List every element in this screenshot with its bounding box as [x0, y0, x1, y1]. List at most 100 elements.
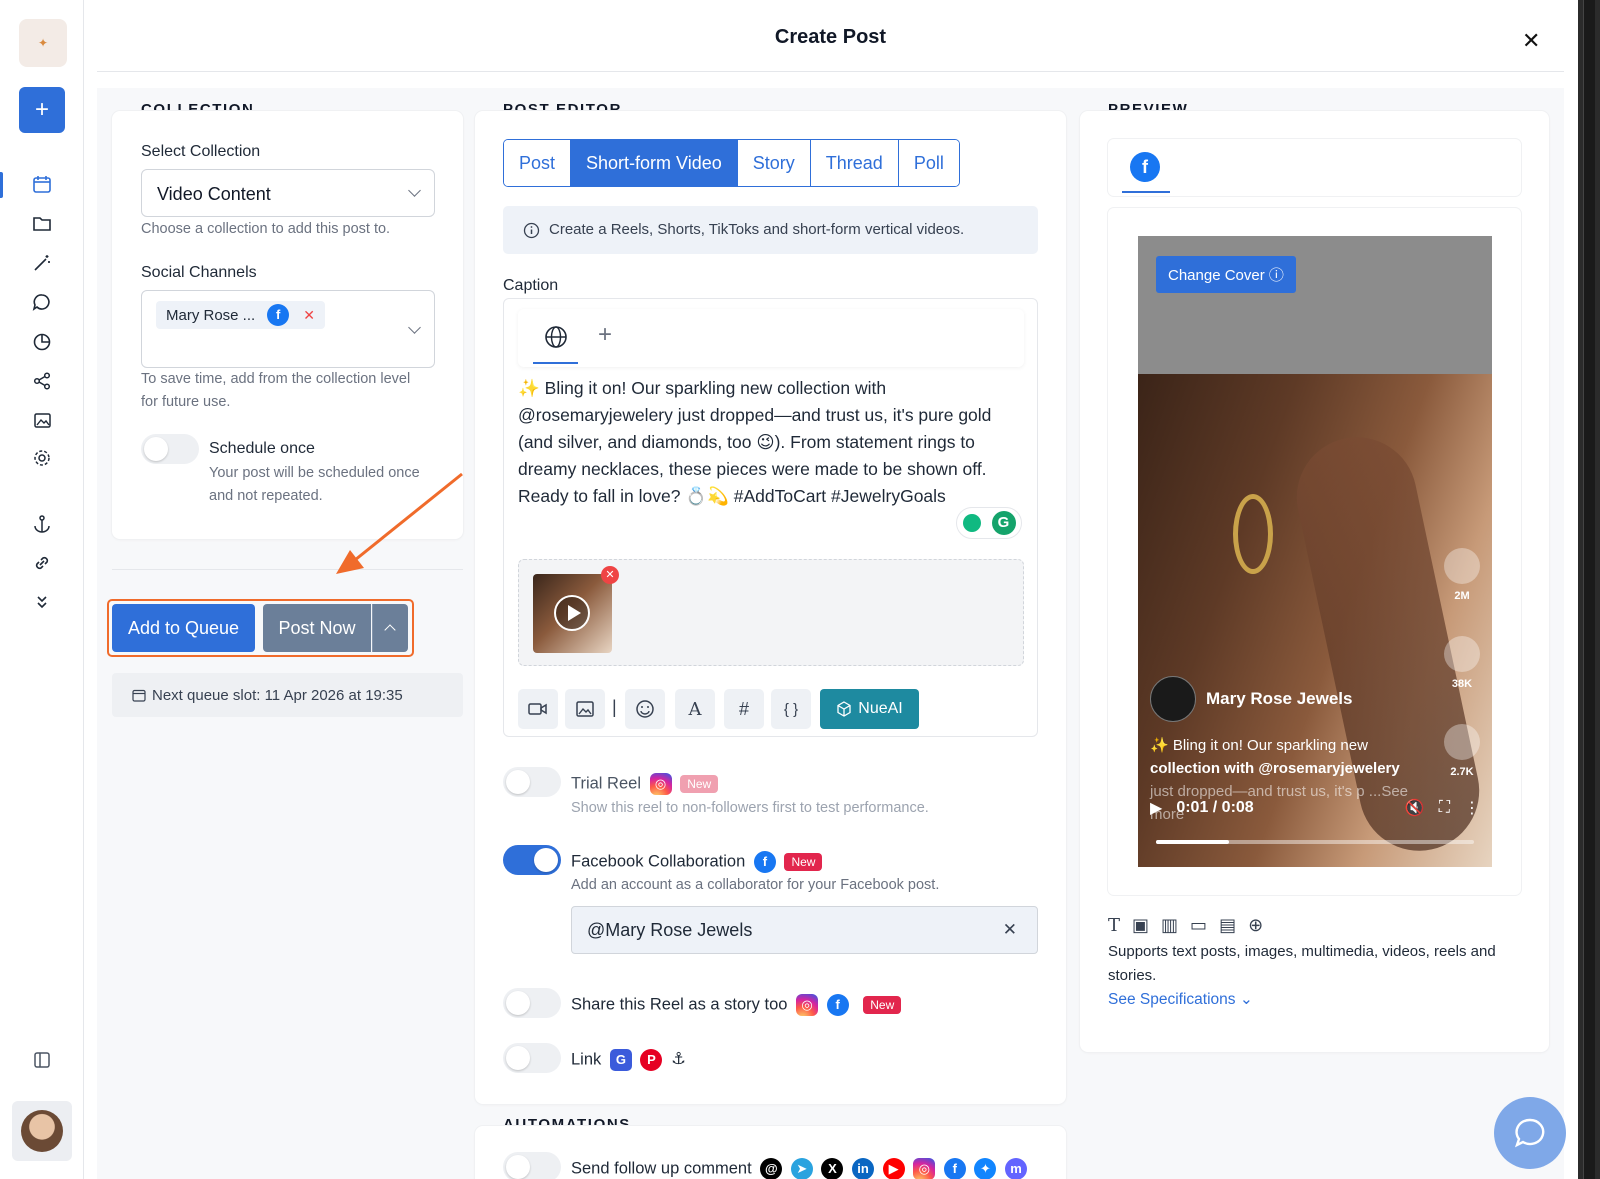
page-scrollbar[interactable]: [1578, 0, 1600, 1179]
mute-icon[interactable]: 🔇: [1405, 798, 1425, 818]
clear-icon[interactable]: ✕: [1003, 907, 1017, 953]
folder-icon[interactable]: [30, 211, 54, 235]
facebook-icon[interactable]: f: [1130, 152, 1160, 182]
story-icon: ⊕: [1248, 915, 1264, 935]
emoji-icon[interactable]: [625, 689, 665, 729]
calendar-icon[interactable]: [30, 172, 54, 196]
collapse-sidebar-icon[interactable]: [30, 1048, 54, 1072]
remove-media-icon[interactable]: ✕: [601, 566, 619, 584]
toolbar-separator: |: [612, 697, 617, 717]
follow-up-toggle[interactable]: [503, 1152, 561, 1179]
share-story-title: Share this Reel as a story too ◎ f New: [571, 994, 902, 1016]
post-now-button[interactable]: Post Now: [263, 604, 371, 652]
play-icon[interactable]: ▶: [1150, 798, 1162, 818]
schedule-once-toggle[interactable]: [141, 434, 199, 464]
image-icon: ▣: [1132, 915, 1150, 935]
social-channels-select[interactable]: Mary Rose ... f ✕: [141, 290, 435, 368]
hashtag-icon[interactable]: #: [724, 689, 764, 729]
text-icon: T: [1108, 915, 1121, 936]
add-to-queue-button[interactable]: Add to Queue: [112, 604, 255, 652]
cube-icon: [837, 701, 851, 717]
video-thumbnail[interactable]: [533, 574, 612, 653]
link-title: Link G P ⚓: [571, 1049, 686, 1071]
font-style-icon[interactable]: A: [675, 689, 715, 729]
close-icon[interactable]: ✕: [1522, 28, 1540, 54]
video-controls: ▶ 0:01 / 0:08 🔇 ⛶ ⋮: [1150, 798, 1480, 818]
social-channels-label: Social Channels: [141, 264, 257, 281]
collaborator-input[interactable]: @Mary Rose Jewels ✕: [571, 906, 1038, 954]
mastodon-icon: m: [1005, 1158, 1028, 1179]
media-dropzone[interactable]: ✕: [518, 559, 1024, 666]
expand-more-icon[interactable]: [30, 590, 54, 614]
next-slot-banner: Next queue slot: 11 Apr 2026 at 19:35: [112, 673, 463, 717]
globe-icon[interactable]: [544, 325, 568, 349]
x-icon: X: [821, 1158, 844, 1179]
header-divider: [97, 71, 1564, 72]
collection-select[interactable]: Video Content: [141, 169, 435, 217]
nueai-button[interactable]: NueAI: [820, 689, 919, 729]
add-language-icon[interactable]: +: [598, 321, 612, 349]
brand-logo[interactable]: ✦: [19, 19, 67, 67]
facebook-icon: f: [753, 851, 776, 873]
variables-icon[interactable]: { }: [771, 689, 811, 729]
facebook-collab-toggle[interactable]: [503, 845, 561, 875]
link-icon[interactable]: [30, 551, 54, 575]
remove-chip-icon[interactable]: ✕: [303, 307, 315, 324]
video-icon: ▭: [1190, 915, 1208, 935]
post-options-button[interactable]: [372, 604, 408, 652]
image-upload-icon[interactable]: [565, 689, 605, 729]
share-story-toggle[interactable]: [503, 988, 561, 1018]
grammarly-icon[interactable]: G: [991, 511, 1016, 535]
tab-story[interactable]: Story: [737, 140, 811, 186]
youtube-icon: ▶: [882, 1158, 905, 1179]
magic-wand-icon[interactable]: [30, 251, 54, 275]
next-slot-text: Next queue slot: 11 Apr 2026 at 19:35: [152, 686, 403, 704]
media-library-icon[interactable]: [30, 408, 54, 432]
left-sidebar: ✦ +: [0, 0, 84, 1179]
assistant-icon[interactable]: [962, 514, 981, 532]
grammar-tools[interactable]: G: [956, 507, 1022, 539]
caption-text[interactable]: ✨ Bling it on! Our sparkling new collect…: [518, 375, 998, 510]
new-badge: New: [784, 853, 823, 871]
caption-label: Caption: [503, 277, 559, 294]
new-badge: New: [863, 996, 902, 1014]
reel-preview: Change Cover ⓘ 2M 38K 2.7K Mary Rose Jew…: [1138, 236, 1492, 867]
earring-image: [1233, 494, 1273, 574]
video-upload-icon[interactable]: [518, 689, 558, 729]
calendar-icon: [132, 689, 146, 702]
play-icon: [554, 595, 590, 631]
channel-chip[interactable]: Mary Rose ... f ✕: [156, 301, 325, 329]
more-options-icon[interactable]: ⋮: [1464, 798, 1480, 818]
like-reaction: 2M: [1444, 548, 1480, 602]
nueai-label: NueAI: [858, 700, 903, 717]
anchor-icon[interactable]: [30, 512, 54, 536]
link-toggle[interactable]: [503, 1043, 561, 1073]
trial-reel-toggle[interactable]: [503, 767, 561, 797]
google-business-icon: G: [609, 1049, 632, 1071]
video-progress[interactable]: [1156, 840, 1474, 844]
see-specifications-link[interactable]: See Specifications ⌄: [1108, 990, 1253, 1009]
fullscreen-icon[interactable]: ⛶: [1439, 799, 1450, 817]
info-icon: [523, 222, 540, 239]
create-button[interactable]: +: [19, 87, 65, 133]
tab-short-form-video[interactable]: Short-form Video: [571, 140, 738, 186]
chat-icon[interactable]: [30, 290, 54, 314]
caption-editor[interactable]: + ✨ Bling it on! Our sparkling new colle…: [503, 298, 1038, 737]
tab-thread[interactable]: Thread: [810, 140, 899, 186]
threads-icon: @: [760, 1158, 783, 1179]
support-chat-button[interactable]: [1494, 1097, 1566, 1169]
linkedin-icon: in: [852, 1158, 875, 1179]
chevron-down-icon: [408, 321, 421, 334]
preview-author: Mary Rose Jewels: [1150, 676, 1352, 722]
analytics-pie-icon[interactable]: [30, 330, 54, 354]
user-avatar[interactable]: [12, 1101, 72, 1161]
collaborator-value: @Mary Rose Jewels: [587, 920, 753, 940]
tab-post[interactable]: Post: [504, 140, 572, 186]
change-cover-button[interactable]: Change Cover ⓘ: [1156, 256, 1296, 293]
share-icon[interactable]: [30, 369, 54, 393]
tab-poll[interactable]: Poll: [898, 140, 959, 186]
settings-gear-icon[interactable]: [30, 446, 54, 470]
chevron-down-icon: [408, 184, 421, 197]
instagram-icon: ◎: [649, 773, 672, 795]
bluesky-icon: ✦: [974, 1158, 997, 1179]
